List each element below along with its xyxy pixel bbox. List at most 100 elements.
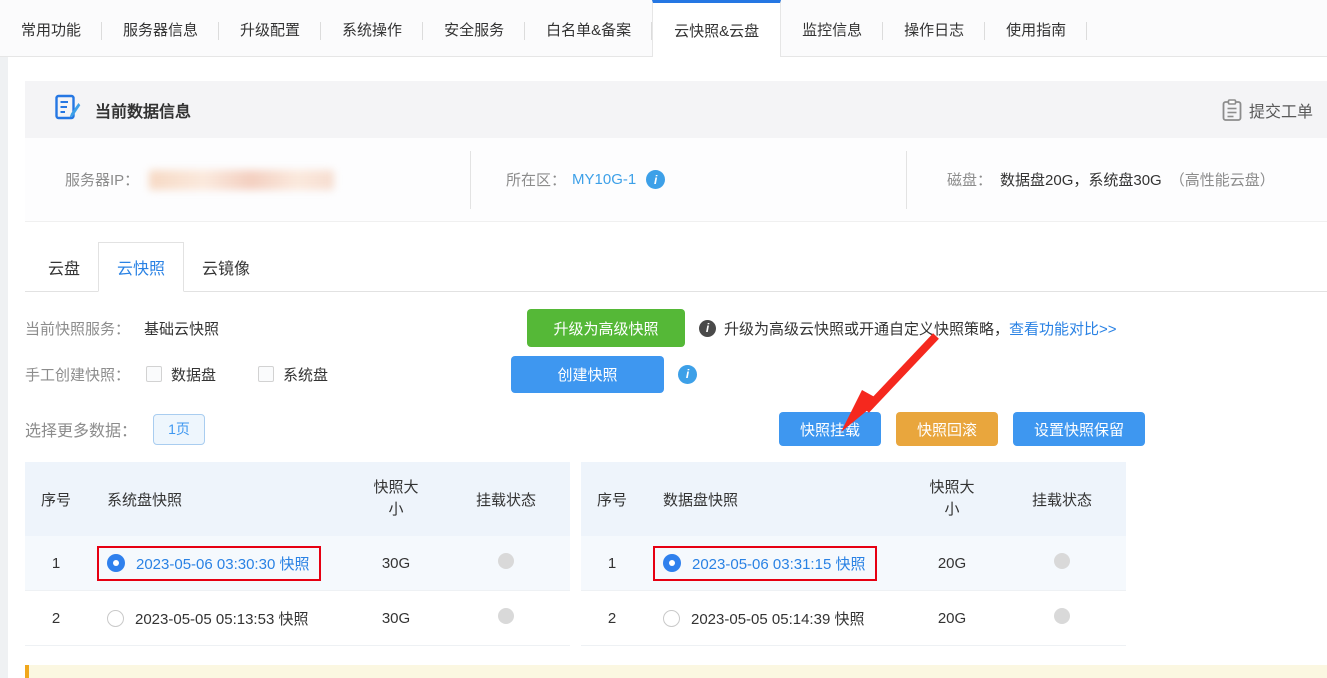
manual-snapshot-row: 手工创建快照： 数据盘 系统盘 创建快照 i [25, 354, 1327, 394]
data-info-header: 当前数据信息 提交工单 [25, 81, 1327, 138]
snapshot-service-label: 当前快照服务： [25, 318, 130, 339]
snapshot-radio-selected[interactable] [663, 554, 681, 572]
tab-whitelist-record[interactable]: 白名单&备案 [525, 0, 652, 56]
row-index: 2 [25, 610, 87, 627]
subtab-cloud-image[interactable]: 云镜像 [184, 243, 268, 291]
red-annotation-box: 2023-05-06 03:30:30 快照 [97, 546, 321, 581]
upgrade-advanced-snapshot-button[interactable]: 升级为高级快照 [527, 309, 685, 347]
submit-ticket-button[interactable]: 提交工单 [1222, 98, 1313, 122]
snapshot-tables: 序号 系统盘快照 快照大小 挂载状态 1 2023-05-06 03:30:30… [25, 462, 1327, 646]
system-disk-checkbox-label: 系统盘 [283, 364, 328, 385]
row-index: 1 [25, 555, 87, 572]
upgrade-notice: i 升级为高级云快照或开通自定义快照策略， 查看功能对比>> [699, 318, 1117, 339]
data-disk-checkbox-label: 数据盘 [171, 364, 216, 385]
subtab-cloud-disk[interactable]: 云盘 [30, 243, 98, 291]
snapshot-radio[interactable] [663, 610, 680, 627]
snapshot-radio[interactable] [107, 610, 124, 627]
disk-label: 磁盘： [947, 169, 992, 190]
col-name-header: 数据盘快照 [643, 489, 906, 510]
zone-label: 所在区： [506, 169, 566, 190]
disk-value: 数据盘20G，系统盘30G [1000, 169, 1162, 190]
snapshot-link[interactable]: 2023-05-06 03:30:30 快照 [136, 553, 309, 574]
row-index: 1 [581, 555, 643, 572]
snapshot-link[interactable]: 2023-05-06 03:31:15 快照 [692, 553, 865, 574]
snapshot-service-row: 当前快照服务： 基础云快照 升级为高级快照 i 升级为高级云快照或开通自定义快照… [25, 308, 1327, 348]
tab-security-service[interactable]: 安全服务 [423, 0, 525, 56]
more-data-label: 选择更多数据： [25, 417, 137, 441]
col-index-header: 序号 [25, 489, 87, 510]
server-ip-label: 服务器IP： [65, 169, 139, 190]
subtab-cloud-snapshot[interactable]: 云快照 [98, 242, 184, 292]
top-nav: 常用功能 服务器信息 升级配置 系统操作 安全服务 白名单&备案 云快照&云盘 … [0, 0, 1327, 57]
create-snapshot-button[interactable]: 创建快照 [511, 356, 664, 393]
col-status-header: 挂载状态 [442, 489, 570, 510]
table-row: 1 2023-05-06 03:31:15 快照 20G [581, 536, 1126, 591]
system-disk-checkbox-group: 系统盘 [258, 364, 328, 385]
tab-common-functions[interactable]: 常用功能 [0, 0, 102, 56]
info-icon: i [699, 320, 716, 337]
main-content: 当前数据信息 提交工单 服务器IP： 所在区： [25, 81, 1327, 646]
mount-status-dot [498, 608, 514, 624]
col-size-header: 快照大小 [367, 477, 425, 522]
table-header: 序号 数据盘快照 快照大小 挂载状态 [581, 462, 1126, 536]
server-ip-field: 服务器IP： [25, 169, 470, 190]
mount-status-dot [1054, 553, 1070, 569]
page-1-button[interactable]: 1页 [153, 414, 205, 445]
snapshot-rollback-button[interactable]: 快照回滚 [896, 412, 998, 446]
data-disk-checkbox-group: 数据盘 [146, 364, 216, 385]
disk-field: 磁盘： 数据盘20G，系统盘30G （高性能云盘） [907, 169, 1327, 190]
storage-subtabs: 云盘 云快照 云镜像 [25, 242, 1327, 292]
row-index: 2 [581, 610, 643, 627]
create-snapshot-info-icon[interactable]: i [678, 365, 697, 384]
system-disk-snapshot-table: 序号 系统盘快照 快照大小 挂载状态 1 2023-05-06 03:30:30… [25, 462, 570, 646]
mount-status-dot [1054, 608, 1070, 624]
manual-snapshot-label: 手工创建快照： [25, 364, 130, 385]
tab-monitoring-info[interactable]: 监控信息 [781, 0, 883, 56]
data-disk-snapshot-table: 序号 数据盘快照 快照大小 挂载状态 1 2023-05-06 03:31:15… [581, 462, 1126, 646]
col-name-header: 系统盘快照 [87, 489, 350, 510]
table-row: 2 2023-05-05 05:13:53 快照 30G [25, 591, 570, 646]
col-index-header: 序号 [581, 489, 643, 510]
tab-upgrade-config[interactable]: 升级配置 [219, 0, 321, 56]
mount-status-dot [498, 553, 514, 569]
tab-user-guide[interactable]: 使用指南 [985, 0, 1087, 56]
feature-compare-link[interactable]: 查看功能对比>> [1009, 318, 1117, 339]
zone-value: MY10G-1 [572, 171, 636, 188]
red-annotation-box: 2023-05-06 03:31:15 快照 [653, 546, 877, 581]
tab-snapshot-disk[interactable]: 云快照&云盘 [652, 0, 781, 57]
document-edit-icon [55, 94, 81, 126]
snapshot-size: 20G [906, 555, 998, 572]
snapshot-mount-button[interactable]: 快照挂载 [779, 412, 881, 446]
clipboard-icon [1222, 99, 1242, 121]
table-row: 2 2023-05-05 05:14:39 快照 20G [581, 591, 1126, 646]
tab-system-operations[interactable]: 系统操作 [321, 0, 423, 56]
zone-field: 所在区： MY10G-1 i [471, 169, 906, 190]
snapshot-actions: 快照挂载 快照回滚 设置快照保留 [779, 412, 1145, 446]
upgrade-notice-text: 升级为高级云快照或开通自定义快照策略， [724, 318, 1009, 339]
snapshot-name[interactable]: 2023-05-05 05:13:53 快照 [135, 608, 308, 629]
snapshot-size: 30G [350, 555, 442, 572]
snapshot-name[interactable]: 2023-05-05 05:14:39 快照 [691, 608, 864, 629]
snapshot-size: 20G [906, 610, 998, 627]
tab-server-info[interactable]: 服务器信息 [102, 0, 219, 56]
zone-info-icon[interactable]: i [646, 170, 665, 189]
snapshot-radio-selected[interactable] [107, 554, 125, 572]
data-disk-checkbox[interactable] [146, 366, 162, 382]
system-disk-checkbox[interactable] [258, 366, 274, 382]
page: 常用功能 服务器信息 升级配置 系统操作 安全服务 白名单&备案 云快照&云盘 … [0, 0, 1327, 678]
submit-ticket-label: 提交工单 [1249, 98, 1313, 122]
col-size-header: 快照大小 [923, 477, 981, 522]
disk-type-note: （高性能云盘） [1170, 169, 1275, 190]
page-title: 当前数据信息 [95, 98, 191, 122]
col-status-header: 挂载状态 [998, 489, 1126, 510]
toolbar-row: 选择更多数据： 1页 快照挂载 快照回滚 设置快照保留 [25, 412, 1327, 446]
snapshot-retention-button[interactable]: 设置快照保留 [1013, 412, 1145, 446]
server-summary-row: 服务器IP： 所在区： MY10G-1 i 磁盘： 数据盘20G，系统盘30G … [25, 138, 1327, 222]
tab-operation-log[interactable]: 操作日志 [883, 0, 985, 56]
server-ip-redacted-value [149, 170, 334, 190]
bottom-notice-bar [25, 665, 1327, 678]
snapshot-size: 30G [350, 610, 442, 627]
table-row: 1 2023-05-06 03:30:30 快照 30G [25, 536, 570, 591]
snapshot-service-value: 基础云快照 [144, 318, 219, 339]
table-header: 序号 系统盘快照 快照大小 挂载状态 [25, 462, 570, 536]
